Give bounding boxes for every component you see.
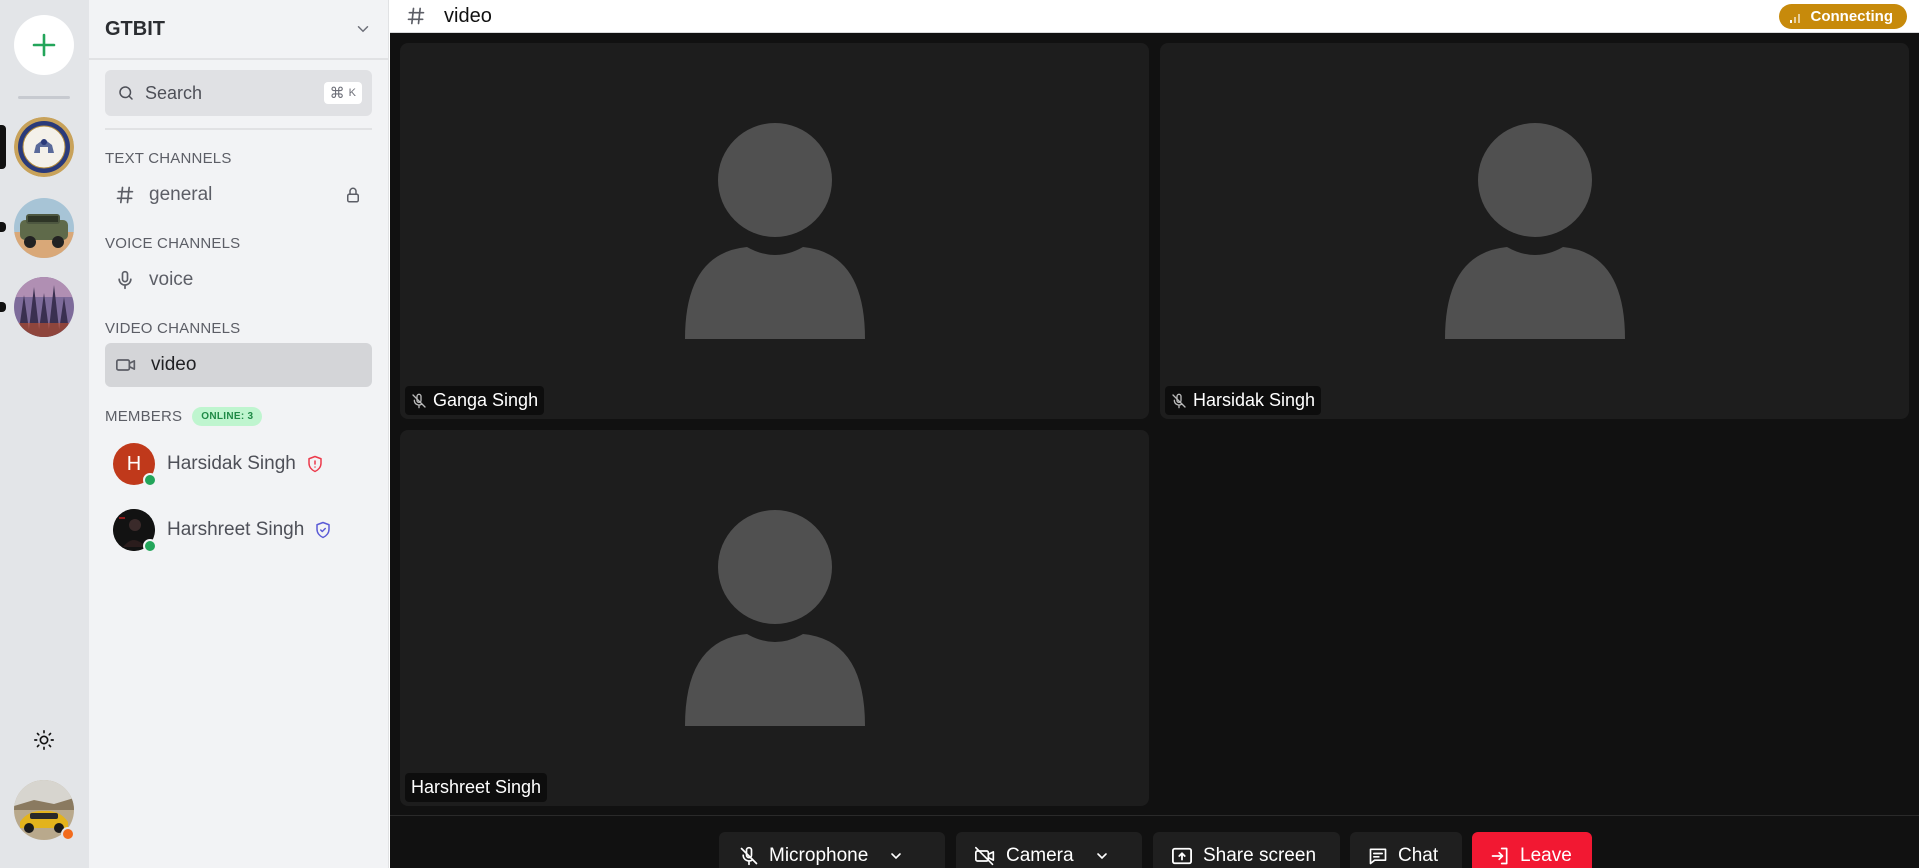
share-screen-button[interactable]: Share screen <box>1153 832 1340 868</box>
hash-icon <box>407 7 425 25</box>
channel-name: voice <box>149 269 194 290</box>
leave-label: Leave <box>1520 845 1572 866</box>
channel-name: video <box>151 354 197 375</box>
avatar: H <box>113 443 157 487</box>
participant-name: Harsidak Singh <box>1193 390 1316 410</box>
video-room: video Connecting Ganga Singh Harsidak Si… <box>390 0 1919 868</box>
command-key-icon: ⌘ <box>329 85 345 102</box>
camera-options-button[interactable] <box>1094 848 1110 864</box>
member-item[interactable]: Harshreet Singh <box>105 502 372 558</box>
leave-button[interactable]: Leave <box>1472 832 1592 868</box>
unread-indicator <box>0 222 6 232</box>
camera-off-icon <box>974 846 995 866</box>
microphone-icon <box>118 270 132 290</box>
server-rail <box>0 0 89 868</box>
sun-icon <box>34 730 54 750</box>
participant-name: Ganga Singh <box>433 390 539 410</box>
share-screen-icon <box>1172 847 1192 865</box>
server-icon-gtbit[interactable] <box>14 117 74 177</box>
channel-general[interactable]: general <box>105 173 372 217</box>
chevron-down-icon <box>1096 853 1107 860</box>
connection-status-badge: Connecting <box>1778 4 1907 29</box>
participant-tile[interactable]: Harsidak Singh <box>1160 43 1909 419</box>
participant-tile[interactable]: Harshreet Singh <box>400 430 1149 806</box>
chat-icon <box>1369 848 1387 865</box>
participant-nametag: Ganga Singh <box>405 386 545 415</box>
person-placeholder-icon <box>684 123 865 339</box>
person-placeholder-icon <box>1444 123 1625 339</box>
member-name: Harsidak Singh <box>167 453 296 474</box>
room-header: video Connecting <box>390 0 1919 33</box>
microphone-button[interactable]: Microphone <box>719 832 945 868</box>
plus-icon <box>32 33 56 57</box>
section-text-channels: TEXT CHANNELS <box>105 150 232 167</box>
signal-bars-icon <box>1789 13 1800 23</box>
shield-check-icon <box>316 521 331 539</box>
rail-separator <box>18 96 70 99</box>
channel-video[interactable]: video <box>105 343 372 387</box>
server-name: GTBIT <box>105 17 165 40</box>
section-members: MEMBERS <box>105 408 183 425</box>
search-icon <box>119 86 133 100</box>
member-name: Harshreet Singh <box>167 519 305 540</box>
search-button[interactable]: Search ⌘ K <box>105 70 372 116</box>
participant-name: Harshreet Singh <box>411 777 542 797</box>
hash-icon <box>116 186 134 204</box>
video-camera-icon <box>116 359 136 371</box>
chevron-down-icon <box>891 853 902 860</box>
active-server-indicator <box>0 125 6 169</box>
channel-sidebar: GTBIT Search ⌘ K TEXT CHANNELS general V… <box>89 0 389 868</box>
control-bar: Microphone Camera Share screen Chat Leav… <box>390 815 1919 868</box>
user-status-dot <box>61 827 75 841</box>
microphone-options-button[interactable] <box>888 848 904 864</box>
app-root: GTBIT Search ⌘ K TEXT CHANNELS general V… <box>0 0 1919 868</box>
server-icon-cars[interactable] <box>14 198 74 258</box>
camera-button[interactable]: Camera <box>956 832 1142 868</box>
share-screen-label: Share screen <box>1203 845 1317 866</box>
microphone-off-icon <box>1172 393 1186 408</box>
lock-icon <box>347 187 359 203</box>
online-status-dot <box>143 539 157 553</box>
chat-label: Chat <box>1398 845 1439 866</box>
shortcut-key: K <box>348 87 356 99</box>
section-video-channels: VIDEO CHANNELS <box>105 320 241 337</box>
connection-status-text: Connecting <box>1810 8 1894 25</box>
member-item[interactable]: H Harsidak Singh <box>105 436 372 492</box>
leave-icon <box>1491 847 1508 865</box>
search-shortcut: ⌘ K <box>323 82 362 104</box>
server-header[interactable]: GTBIT <box>89 0 388 60</box>
participant-nametag: Harsidak Singh <box>1165 386 1322 415</box>
chevron-down-icon <box>357 26 369 33</box>
add-server-button[interactable] <box>14 15 74 75</box>
participant-tile[interactable]: Ganga Singh <box>400 43 1149 419</box>
theme-toggle-button[interactable] <box>26 722 62 758</box>
sidebar-divider <box>105 128 372 130</box>
participant-nametag: Harshreet Singh <box>405 773 548 802</box>
server-icon-forest[interactable] <box>14 277 74 337</box>
section-voice-channels: VOICE CHANNELS <box>105 235 241 252</box>
microphone-off-icon <box>412 393 426 408</box>
person-placeholder-icon <box>684 510 865 726</box>
room-title: video <box>444 4 492 27</box>
search-label: Search <box>145 82 203 103</box>
online-status-dot <box>143 473 157 487</box>
channel-voice[interactable]: voice <box>105 258 372 302</box>
chat-button[interactable]: Chat <box>1350 832 1462 868</box>
avatar <box>113 509 157 553</box>
microphone-label: Microphone <box>769 845 869 866</box>
shield-alert-icon <box>308 455 322 473</box>
microphone-off-icon <box>740 846 758 866</box>
members-header: MEMBERS ONLINE: 3 <box>89 407 388 426</box>
camera-label: Camera <box>1006 845 1074 866</box>
channel-name: general <box>149 184 213 205</box>
unread-indicator <box>0 302 6 312</box>
online-count-badge: ONLINE: 3 <box>192 407 263 426</box>
